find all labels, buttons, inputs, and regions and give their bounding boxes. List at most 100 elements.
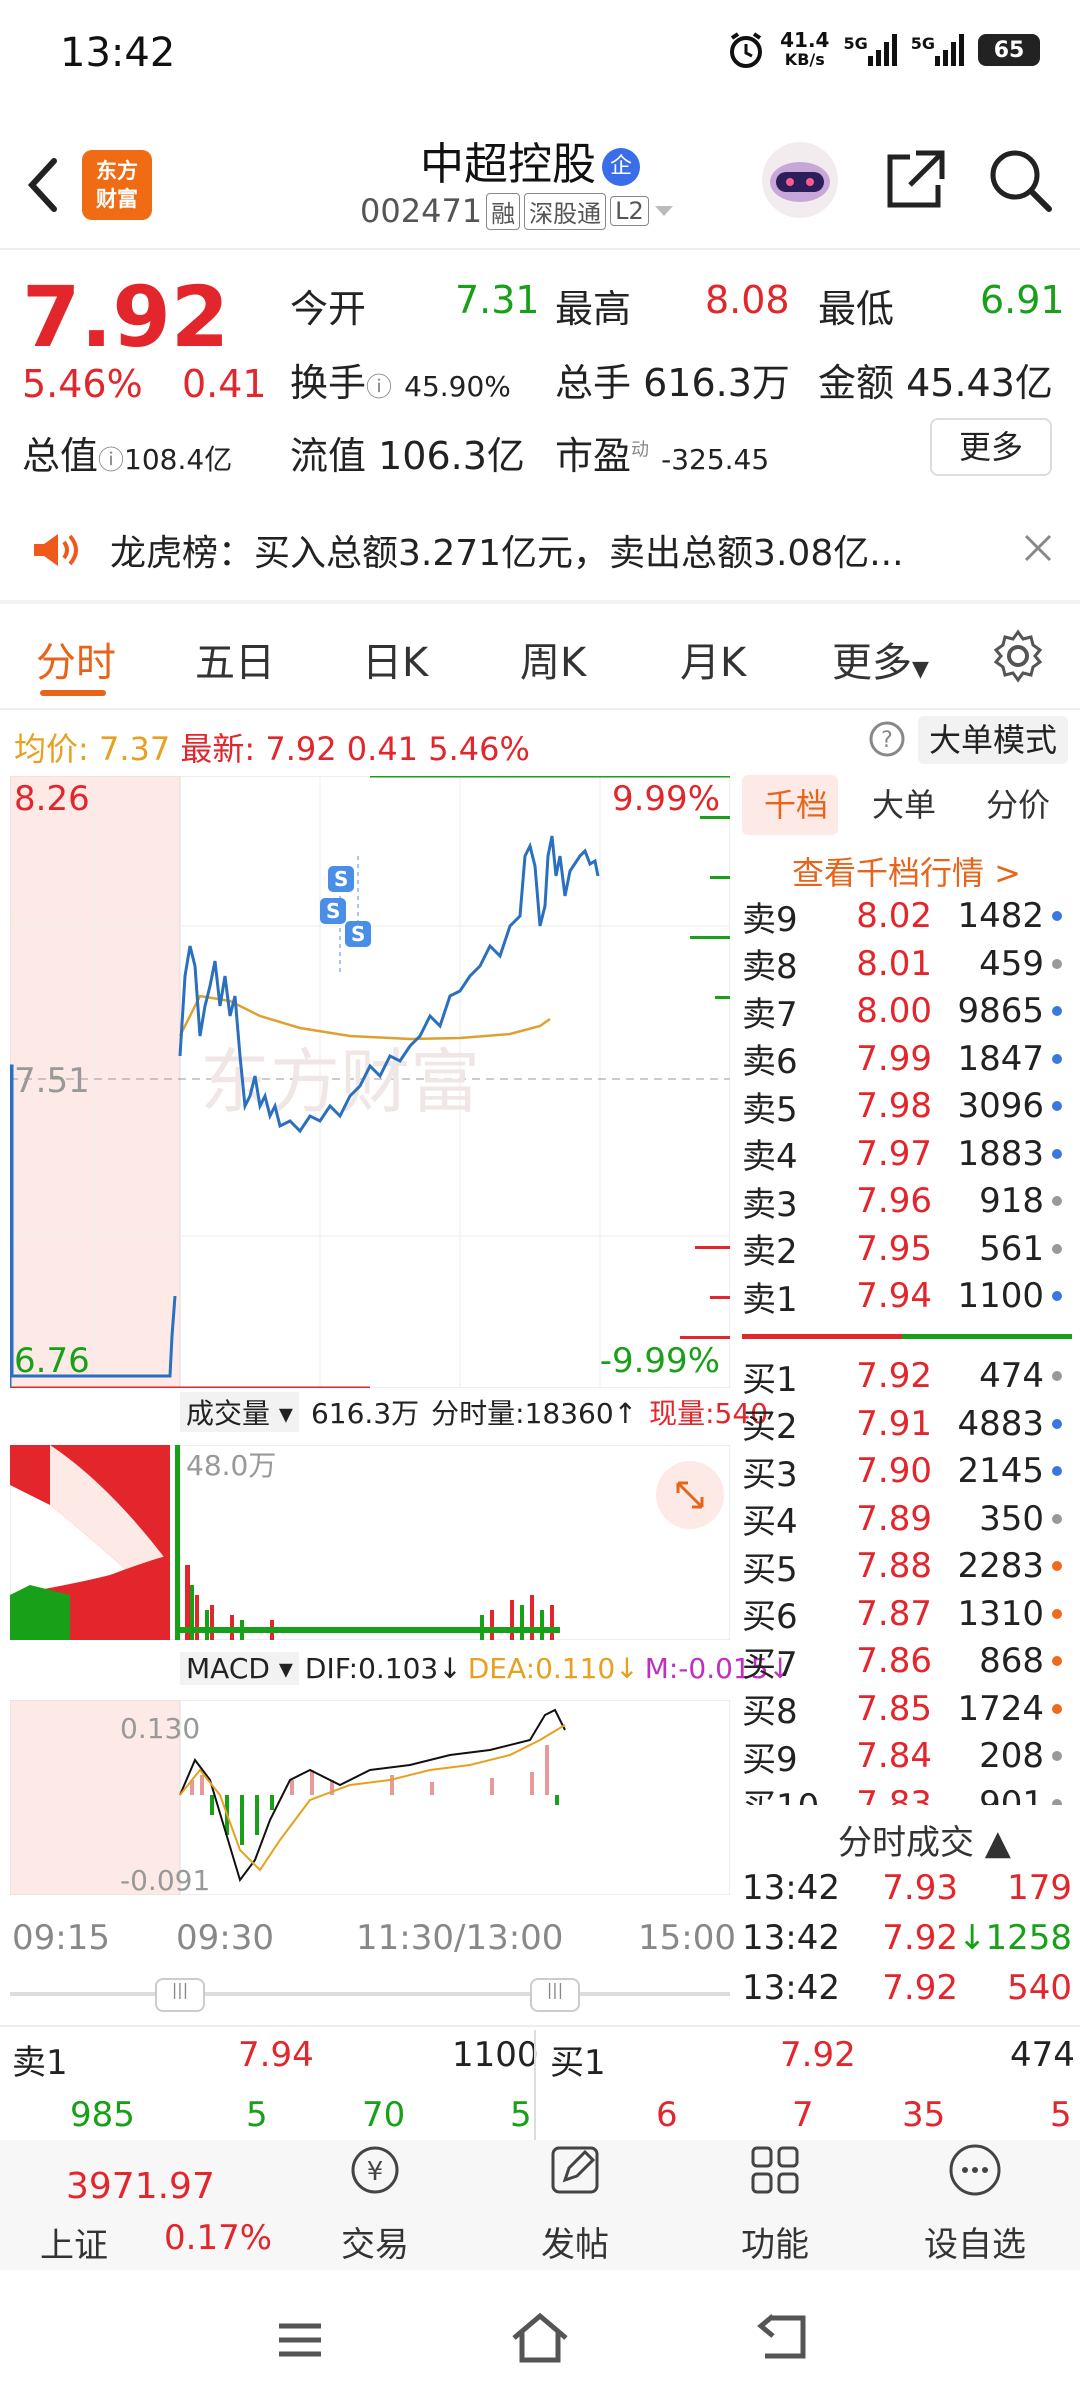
bid-level-row[interactable]: 买1 7.92 474 — [742, 1352, 1072, 1400]
connect-tag: 深股通 — [524, 192, 607, 230]
index-widget[interactable]: 3971.97 上证 0.17% — [0, 2140, 300, 2270]
svg-text:0.130: 0.130 — [120, 1712, 200, 1745]
share-icon[interactable] — [880, 145, 950, 215]
home-icon[interactable] — [510, 2312, 570, 2364]
nav-add-watchlist[interactable]: 设自选 — [895, 2140, 1055, 2266]
side-tab-large[interactable]: 大单 — [872, 780, 936, 826]
margin-tag: 融 — [486, 192, 521, 230]
macd-indicator-select[interactable]: MACD ▾ — [180, 1652, 299, 1685]
macd-header: MACD ▾ DIF:0.103↓ DEA:0.110↓ M:-0.015↓ — [180, 1652, 792, 1685]
ask-level-row[interactable]: 卖3 7.96 918 — [742, 1177, 1072, 1225]
bid-level-row[interactable]: 买9 7.84 208 — [742, 1732, 1072, 1780]
trade-price: 7.93 — [882, 1868, 958, 1908]
level-label: 卖1 — [742, 1279, 798, 1320]
tab-weekly-k[interactable]: 周K — [520, 630, 586, 688]
float-cap: 流值 106.3亿 — [290, 434, 525, 478]
pe-ratio: 市盈动 -325.45 — [555, 434, 770, 478]
back-arrow-icon[interactable] — [22, 155, 62, 215]
bid-level-row[interactable]: 买5 7.88 2283 — [742, 1542, 1072, 1590]
index-value: 3971.97 — [66, 2166, 215, 2207]
svg-text:48.0万: 48.0万 — [186, 1449, 276, 1482]
level-volume: 1724 — [957, 1688, 1044, 1729]
svg-text:S: S — [351, 922, 365, 946]
nav-trade[interactable]: ¥ 交易 — [295, 2140, 455, 2266]
sell1-volume: 1100 — [452, 2035, 539, 2075]
dropdown-caret-icon[interactable] — [653, 204, 675, 218]
trade-volume: 1258 — [985, 1918, 1072, 1958]
status-time: 13:42 — [60, 30, 176, 76]
trade-price: 7.92 — [882, 1968, 958, 2008]
view-depth-link[interactable]: 查看千档行情 > — [792, 848, 1021, 894]
trade-row: 13:42 7.92 540 — [742, 1968, 1072, 2008]
tab-daily-k[interactable]: 日K — [362, 630, 428, 688]
settings-gear-icon[interactable] — [990, 628, 1046, 684]
svg-text:¥: ¥ — [367, 2157, 384, 2187]
nav-functions[interactable]: 功能 — [695, 2140, 855, 2266]
trade-arrow — [958, 1868, 980, 1908]
ask-level-row[interactable]: 卖1 7.94 1100 — [742, 1272, 1072, 1320]
ask-level-row[interactable]: 卖8 8.01 459 — [742, 940, 1072, 988]
ask-level-row[interactable]: 卖5 7.98 3096 — [742, 1082, 1072, 1130]
buy-detail-3: 35 — [902, 2095, 946, 2135]
side-tab-depth[interactable]: 千档 — [764, 780, 828, 826]
range-slider-track[interactable] — [10, 1992, 730, 1996]
bid-level-row[interactable]: 买6 7.87 1310 — [742, 1590, 1072, 1638]
level-price: 7.96 — [856, 1181, 932, 1221]
level-volume: 9865 — [957, 991, 1044, 1031]
svg-text:7.51: 7.51 — [14, 1061, 90, 1101]
ask-level-row[interactable]: 卖9 8.02 1482 — [742, 892, 1072, 940]
large-order-mode-button[interactable]: 大单模式 — [918, 716, 1068, 764]
intraday-price-chart[interactable]: 东方财富 S S S 8.26 7.51 6.76 9.99% -9.99% — [10, 776, 730, 1388]
ask-bid-divider-red — [742, 1334, 902, 1339]
range-handle-right[interactable]: ||| — [530, 1978, 580, 2012]
bid-level-row[interactable]: 买4 7.89 350 — [742, 1495, 1072, 1543]
level-indicator-dot — [1052, 1466, 1062, 1476]
svg-text:8.26: 8.26 — [14, 779, 90, 819]
level-label: 买6 — [742, 1597, 798, 1637]
buy-detail-2: 7 — [792, 2095, 814, 2135]
ask-level-row[interactable]: 卖2 7.95 561 — [742, 1225, 1072, 1273]
tab-more[interactable]: 更多▼ — [832, 630, 929, 688]
speaker-icon — [34, 534, 78, 566]
menu-icon[interactable] — [275, 2320, 325, 2360]
level-indicator-dot — [1052, 1608, 1062, 1619]
back-icon[interactable] — [755, 2312, 809, 2362]
more-button[interactable]: 更多 — [930, 418, 1052, 476]
level-price: 7.92 — [856, 1356, 932, 1396]
bid-level-row[interactable]: 买8 7.85 1724 — [742, 1685, 1072, 1733]
tab-intraday[interactable]: 分时 — [36, 630, 116, 688]
high-value: 8.08 — [705, 278, 790, 322]
ask-level-row[interactable]: 卖6 7.99 1847 — [742, 1035, 1072, 1083]
bid-level-row[interactable]: 买3 7.90 2145 — [742, 1447, 1072, 1495]
volume-indicator-select[interactable]: 成交量 ▾ — [180, 1392, 299, 1432]
assistant-robot-icon[interactable] — [760, 140, 840, 220]
close-icon[interactable] — [1022, 532, 1054, 564]
level-volume: 208 — [979, 1736, 1044, 1776]
high-label: 最高 — [555, 287, 632, 331]
bid-level-row[interactable]: 买2 7.91 4883 — [742, 1400, 1072, 1448]
level-label: 买8 — [742, 1692, 798, 1732]
dragon-tiger-banner[interactable]: 龙虎榜：买入总额3.271亿元，卖出总额3.08亿... — [0, 492, 1080, 604]
low-value: 6.91 — [980, 278, 1065, 322]
help-icon[interactable]: ? — [868, 720, 906, 758]
range-handle-left[interactable]: ||| — [155, 1978, 205, 2012]
ask-level-row[interactable]: 卖7 8.00 9865 — [742, 987, 1072, 1035]
price-info-line: 均价: 7.37 最新: 7.92 0.41 5.46% — [14, 730, 530, 768]
nav-post[interactable]: 发帖 — [495, 2140, 655, 2266]
trades-title[interactable]: 分时成交 ▲ — [838, 1815, 1011, 1864]
buy1-price: 7.92 — [780, 2035, 856, 2075]
side-tab-price[interactable]: 分价 — [986, 780, 1050, 826]
signal-bars-icon — [935, 34, 964, 66]
tab-five-day[interactable]: 五日 — [195, 630, 275, 688]
level-label: 卖9 — [742, 899, 798, 940]
tab-indicator — [40, 690, 106, 696]
tab-monthly-k[interactable]: 月K — [680, 630, 746, 688]
enterprise-badge-icon: 企 — [602, 148, 640, 186]
trade-icon: ¥ — [351, 2146, 399, 2194]
ask-level-row[interactable]: 卖4 7.97 1883 — [742, 1130, 1072, 1178]
bid-level-row[interactable]: 买7 7.86 868 — [742, 1637, 1072, 1685]
app-logo[interactable]: 东方 财富 — [82, 150, 152, 220]
search-icon[interactable] — [985, 145, 1055, 215]
level-label: 卖7 — [742, 994, 798, 1035]
level-indicator-dot — [1052, 1291, 1062, 1301]
